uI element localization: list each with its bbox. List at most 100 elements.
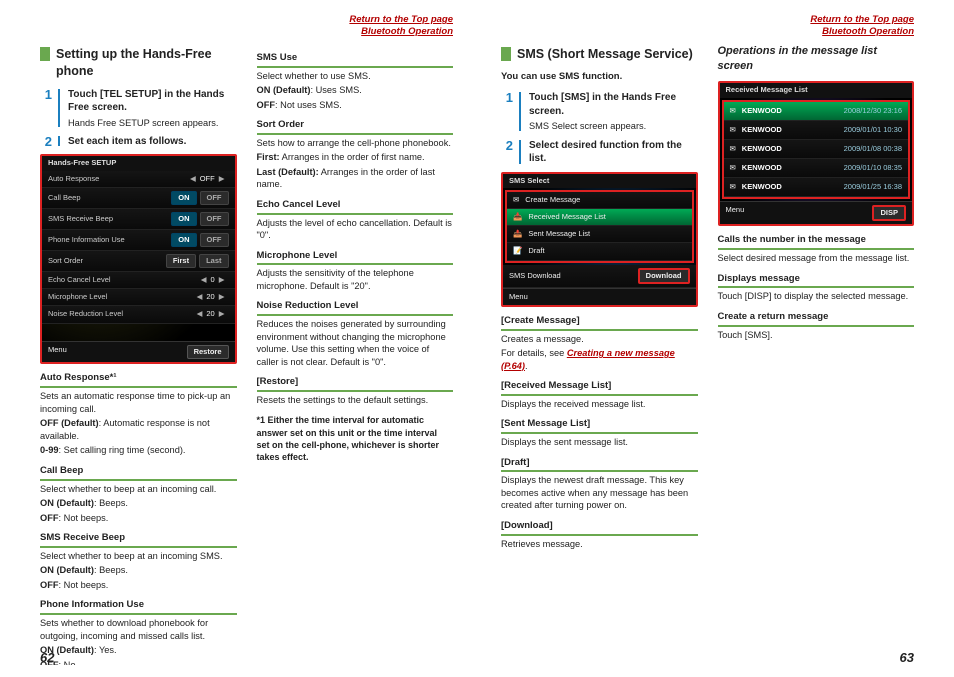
ss-menu: Menu — [48, 345, 67, 359]
item-body: Adjusts the sensitivity of the telephone… — [257, 267, 454, 292]
item-option: OFF: Not beeps. — [40, 512, 237, 524]
ss-title: Hands-Free SETUP — [42, 156, 235, 170]
envelope-icon: ✉ — [730, 144, 736, 154]
item-heading: Phone Information Use — [40, 599, 237, 615]
step-2: 2 Select desired function from the list. — [501, 139, 698, 166]
step-number: 2 — [501, 139, 513, 166]
item-heading: [Download] — [501, 520, 698, 536]
item-option: ON (Default): Beeps. — [40, 564, 237, 576]
step-text: Touch [TEL SETUP] in the Hands Free scre… — [68, 88, 237, 129]
section-link[interactable]: Bluetooth Operation — [361, 26, 453, 37]
header-links: Return to the Top page Bluetooth Operati… — [40, 14, 453, 38]
item-heading: Calls the number in the message — [718, 234, 915, 250]
item-body: Displays the sent message list. — [501, 436, 698, 448]
item-body: For details, see Creating a new message … — [501, 347, 698, 372]
return-link[interactable]: Return to the Top page — [349, 14, 453, 25]
heading-text: SMS (Short Message Service) — [517, 46, 693, 63]
item-heading: Echo Cancel Level — [257, 199, 454, 215]
footnote: Either the time interval for automatic a… — [257, 414, 448, 463]
item-body: Retrieves message. — [501, 538, 698, 550]
item-option: OFF: Not beeps. — [40, 579, 237, 591]
ss-disp-button: DISP — [872, 205, 906, 221]
ss-menu-item: 📥Received Message List — [507, 209, 692, 226]
item-body: Touch [SMS]. — [718, 329, 915, 341]
ss-setting-row: Microphone Level◀20▶ — [42, 289, 235, 306]
item-body: Sets an automatic response time to pick-… — [40, 390, 237, 415]
item-heading: Microphone Level — [257, 250, 454, 266]
item-body: Select desired message from the message … — [718, 252, 915, 264]
right-col-2: Operations in the message list screen Re… — [718, 44, 915, 665]
ss-message-row: ✉KENWOOD2009/01/08 00:38 — [724, 140, 909, 159]
ss-message-row: ✉KENWOOD2009/01/25 16:38 — [724, 178, 909, 197]
section-link[interactable]: Bluetooth Operation — [822, 26, 914, 37]
ss-setting-row: Call BeepONOFF — [42, 188, 235, 209]
ss-setting-row: Echo Cancel Level◀0▶ — [42, 272, 235, 289]
envelope-icon: ✉ — [730, 125, 736, 135]
step-note: SMS Select screen appears. — [529, 120, 698, 132]
header-links: Return to the Top page Bluetooth Operati… — [501, 14, 914, 38]
heading-marker — [501, 47, 511, 61]
step-1: 1 Touch [TEL SETUP] in the Hands Free sc… — [40, 88, 237, 129]
envelope-icon: 📤 — [513, 229, 522, 239]
ss-setting-row: Auto Response◀OFF▶ — [42, 171, 235, 188]
step-divider — [58, 89, 60, 127]
message-list-screenshot: Received Message List ✉KENWOOD2008/12/30… — [718, 81, 915, 226]
item-option: First: Arranges in the order of first na… — [257, 151, 454, 163]
envelope-icon: 📝 — [513, 246, 522, 256]
item-option: Last (Default): Arranges in the order of… — [257, 166, 454, 191]
sms-select-screenshot: SMS Select ✉Create Message📥Received Mess… — [501, 172, 698, 307]
item-option: ON (Default): Yes. — [40, 644, 237, 656]
ss-download-button: Download — [638, 268, 690, 284]
item-body: Adjusts the level of echo cancellation. … — [257, 217, 454, 242]
cross-ref-link[interactable]: Creating a new message (P.64) — [501, 348, 675, 370]
page-number: 62 — [40, 649, 54, 667]
item-body: Select whether to beep at an incoming ca… — [40, 483, 237, 495]
item-heading: Displays message — [718, 273, 915, 289]
item-body: Resets the settings to the default setti… — [257, 394, 454, 406]
ss-menu-item: 📝Draft — [507, 243, 692, 260]
ss-dl-label: SMS Download — [509, 271, 561, 281]
item-heading: [Sent Message List] — [501, 418, 698, 434]
item-option: 0-99: Set calling ring time (second). — [40, 444, 237, 456]
ss-title: SMS Select — [503, 174, 696, 188]
step-number: 1 — [40, 88, 52, 129]
return-link[interactable]: Return to the Top page — [810, 14, 914, 25]
left-col-1: Setting up the Hands-Free phone 1 Touch … — [40, 44, 237, 665]
item-body: Select whether to beep at an incoming SM… — [40, 550, 237, 562]
item-heading: Create a return message — [718, 311, 915, 327]
heading-text: Setting up the Hands-Free phone — [56, 46, 237, 80]
item-body: Sets how to arrange the cell-phone phone… — [257, 137, 454, 149]
item-body: Select whether to use SMS. — [257, 70, 454, 82]
ss-setting-row: SMS Receive BeepONOFF — [42, 209, 235, 230]
page-spread: Return to the Top page Bluetooth Operati… — [0, 0, 954, 677]
envelope-icon: ✉ — [513, 195, 519, 205]
step-text: Touch [SMS] in the Hands Free screen. SM… — [529, 91, 698, 132]
item-option: ON (Default): Beeps. — [40, 497, 237, 509]
page-62: Return to the Top page Bluetooth Operati… — [0, 0, 477, 677]
item-heading: [Create Message] — [501, 315, 698, 331]
ss-menu-item: ✉Create Message — [507, 192, 692, 209]
ss-restore: Restore — [187, 345, 229, 359]
item-body: Reduces the noises generated by surround… — [257, 318, 454, 368]
item-option: OFF (Default): Automatic response is not… — [40, 417, 237, 442]
step-1: 1 Touch [SMS] in the Hands Free screen. … — [501, 91, 698, 132]
item-body: Touch [DISP] to display the selected mes… — [718, 290, 915, 302]
ss-setting-row: Sort OrderFirstLast — [42, 251, 235, 272]
step-number: 1 — [501, 91, 513, 132]
envelope-icon: 📥 — [513, 212, 522, 222]
step-divider — [58, 136, 60, 147]
ss-title: Received Message List — [720, 83, 913, 97]
item-heading: [Restore] — [257, 376, 454, 392]
item-heading: SMS Receive Beep — [40, 532, 237, 548]
step-text: Set each item as follows. — [68, 135, 237, 149]
handsfree-setup-screenshot: Hands-Free SETUP Auto Response◀OFF▶Call … — [40, 154, 237, 364]
item-body: Sets whether to download phonebook for o… — [40, 617, 237, 642]
step-divider — [519, 92, 521, 130]
item-heading: [Draft] — [501, 457, 698, 473]
item-heading: [Received Message List] — [501, 380, 698, 396]
item-option: OFF: No. — [40, 659, 237, 665]
ss-setting-row: Noise Reduction Level◀20▶ — [42, 306, 235, 323]
left-col-2: SMS UseSelect whether to use SMS.ON (Def… — [257, 44, 454, 665]
ss-setting-row: Phone Information UseONOFF — [42, 230, 235, 251]
item-heading: SMS Use — [257, 52, 454, 68]
